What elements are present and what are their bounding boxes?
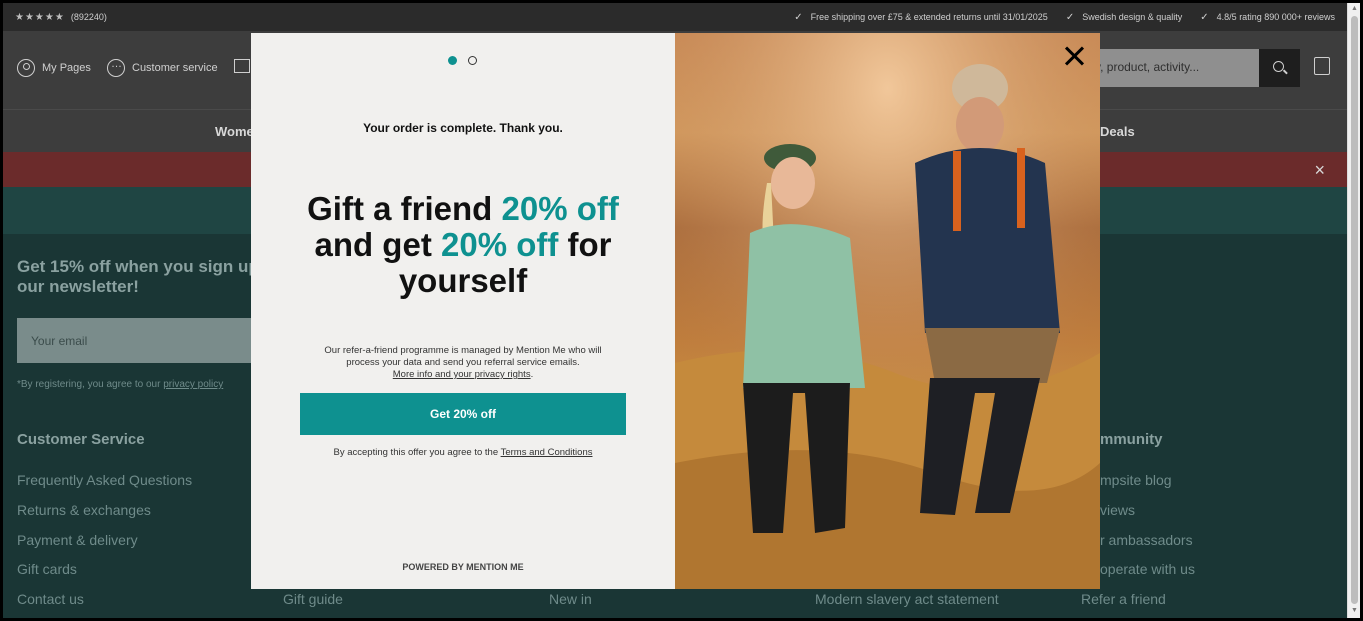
usp-item: ✓ Swedish design & quality (1066, 12, 1182, 23)
usp-item: ✓ 4.8/5 rating 890 000+ reviews (1200, 12, 1335, 23)
carousel-dot[interactable] (468, 56, 477, 65)
hikers-photo (675, 33, 1100, 589)
scroll-down-icon[interactable]: ▼ (1351, 607, 1358, 614)
newsletter-email-field[interactable] (17, 318, 257, 363)
modal-content-panel: Your order is complete. Thank you. Gift … (251, 33, 675, 589)
chat-icon (107, 58, 125, 77)
rating-count: (892240) (70, 12, 107, 22)
hikers-illustration (675, 33, 1100, 589)
usp-item: ✓ Free shipping over £75 & extended retur… (794, 12, 1048, 23)
footer-link[interactable]: views (1100, 502, 1135, 518)
footer-link[interactable]: Modern slavery act statement (815, 591, 999, 607)
referral-modal: Your order is complete. Thank you. Gift … (251, 33, 1100, 589)
terms-note-text: By accepting this offer you agree to the (333, 447, 499, 458)
footer-link[interactable]: Frequently Asked Questions (17, 472, 192, 488)
rating-stars: ★★★★★ (15, 11, 65, 23)
offer-headline: Gift a friend 20% off and get 20% off fo… (271, 191, 655, 299)
browser-viewport: ★★★★★ (892240) ✓ Free shipping over £75 &… (3, 3, 1360, 618)
user-icon (17, 59, 35, 77)
customer-service-link[interactable]: Customer service (107, 58, 218, 77)
usp-label: 4.8/5 rating 890 000+ reviews (1216, 12, 1335, 22)
carousel-dots (448, 56, 477, 65)
usp-label: Free shipping over £75 & extended return… (810, 12, 1048, 22)
footer-link[interactable]: mpsite blog (1100, 472, 1172, 488)
footer-link[interactable]: operate with us (1100, 561, 1195, 577)
privacy-rights-link[interactable]: More info and your privacy rights (393, 369, 531, 380)
footer-link[interactable]: r ambassadors (1100, 532, 1193, 548)
check-icon: ✓ (794, 11, 803, 23)
terms-note: By accepting this offer you agree to the… (251, 447, 675, 458)
footer-link[interactable]: New in (549, 591, 592, 607)
check-icon: ✓ (1200, 11, 1209, 23)
gift-link[interactable] (234, 59, 250, 73)
fine-print-text: Our refer-a-friend programme is managed … (324, 345, 602, 368)
carousel-dot-active[interactable] (448, 56, 457, 65)
shopping-bag-icon[interactable] (1314, 57, 1330, 75)
footer-link[interactable]: Returns & exchanges (17, 502, 151, 518)
usp-list: ✓ Free shipping over £75 & extended retur… (794, 12, 1335, 23)
footer-link[interactable]: Gift cards (17, 561, 77, 577)
search-button[interactable] (1259, 49, 1300, 87)
terms-link[interactable]: Terms and Conditions (501, 447, 593, 458)
usp-label: Swedish design & quality (1082, 12, 1183, 22)
page-scrollbar[interactable]: ▲ ▼ (1347, 3, 1360, 618)
register-note-text: *By registering, you agree to our (17, 379, 161, 390)
headline-highlight: 20% off (501, 190, 619, 227)
scroll-up-icon[interactable]: ▲ (1351, 5, 1358, 12)
nav-item-women[interactable]: Wome (215, 124, 254, 139)
search-input[interactable]: y, product, activity... (1083, 49, 1263, 87)
gift-icon (234, 59, 250, 73)
footer-link[interactable]: Payment & delivery (17, 532, 138, 548)
customer-service-label: Customer service (132, 62, 218, 74)
register-note: *By registering, you agree to our privac… (17, 379, 223, 390)
scrollbar-thumb[interactable] (1351, 16, 1358, 604)
footer-link[interactable]: Refer a friend (1081, 591, 1166, 607)
customer-service-heading: Customer Service (17, 431, 145, 448)
footer-link[interactable]: Contact us (17, 591, 84, 607)
nav-item-deals[interactable]: Deals (1100, 124, 1135, 139)
newsletter-title: Get 15% off when you sign up our newslet… (17, 257, 259, 296)
check-icon: ✓ (1065, 11, 1075, 23)
my-pages-label: My Pages (42, 62, 91, 74)
headline-part: Gift a friend (307, 190, 502, 227)
close-modal-button[interactable] (1062, 43, 1088, 69)
get-discount-button[interactable]: Get 20% off (300, 393, 626, 435)
top-info-bar: ★★★★★ (892240) ✓ Free shipping over £75 &… (3, 3, 1347, 31)
headline-part: and get (314, 226, 441, 263)
my-pages-link[interactable]: My Pages (17, 59, 91, 77)
close-icon[interactable]: × (1314, 160, 1325, 181)
footer-link[interactable]: Gift guide (283, 591, 343, 607)
order-complete-text: Your order is complete. Thank you. (363, 121, 563, 135)
headline-highlight: 20% off (440, 226, 559, 263)
community-heading: mmunity (1100, 431, 1163, 448)
powered-by-label: POWERED BY MENTION ME (402, 562, 524, 572)
privacy-policy-link[interactable]: privacy policy (163, 379, 223, 390)
privacy-fine-print: Our refer-a-friend programme is managed … (324, 345, 602, 380)
